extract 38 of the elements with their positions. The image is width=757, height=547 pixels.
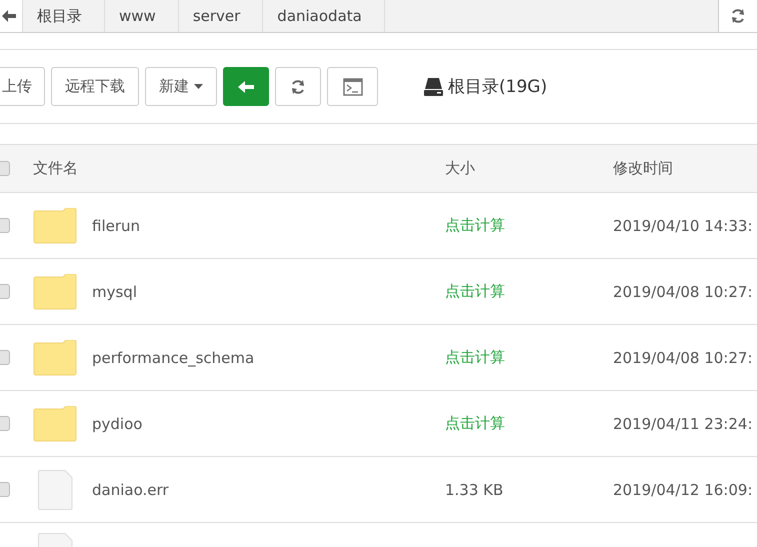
folder-icon xyxy=(33,208,77,244)
modified-time: 2019/04/11 23:24: xyxy=(613,414,753,432)
breadcrumb-item[interactable]: www xyxy=(105,0,179,32)
breadcrumb-item[interactable]: server xyxy=(178,0,264,32)
caret-icon xyxy=(194,84,203,89)
breadcrumb-item[interactable]: 根目录 xyxy=(23,0,105,32)
file-icon xyxy=(37,470,73,510)
folder-icon xyxy=(33,406,77,442)
column-header: 大小 xyxy=(445,159,476,178)
file-name-link[interactable]: mysql xyxy=(92,282,137,300)
file-size: 1.33 KB xyxy=(445,480,504,498)
refresh-icon xyxy=(730,8,746,24)
disk-label: 根目录(19G) xyxy=(448,76,548,98)
modified-time: 2019/04/08 10:27: xyxy=(613,282,753,300)
column-header: 文件名 xyxy=(33,159,79,178)
folder-icon xyxy=(33,340,77,376)
terminal-icon xyxy=(342,78,362,96)
refresh-icon xyxy=(290,78,306,94)
modified-time: 2019/04/12 16:09: xyxy=(613,480,753,498)
folder-icon xyxy=(33,274,77,310)
hard-drive-icon xyxy=(424,78,443,96)
terminal-button[interactable] xyxy=(327,67,378,106)
refresh-button[interactable] xyxy=(718,0,757,32)
file-name-link[interactable]: pydioo xyxy=(92,414,142,432)
file-name-link[interactable]: performance_schema xyxy=(92,348,254,366)
modified-time: 2019/04/08 10:27: xyxy=(613,348,753,366)
refresh-button[interactable] xyxy=(275,67,321,106)
toolbar-button[interactable]: 上传 xyxy=(0,67,45,106)
arrow-left-icon xyxy=(2,10,16,22)
arrow-left-icon xyxy=(238,80,254,92)
dropdown-button[interactable]: 新建 xyxy=(145,67,217,106)
back-button[interactable] xyxy=(223,67,269,106)
breadcrumb-item[interactable]: daniaodata xyxy=(263,0,385,32)
toolbar-button[interactable]: 远程下载 xyxy=(51,67,139,106)
column-header: 修改时间 xyxy=(613,159,674,178)
modified-time: 2019/04/10 14:33: xyxy=(613,216,753,234)
file-name-link[interactable]: daniao.err xyxy=(92,480,169,498)
file-name-link[interactable]: filerun xyxy=(92,216,140,234)
